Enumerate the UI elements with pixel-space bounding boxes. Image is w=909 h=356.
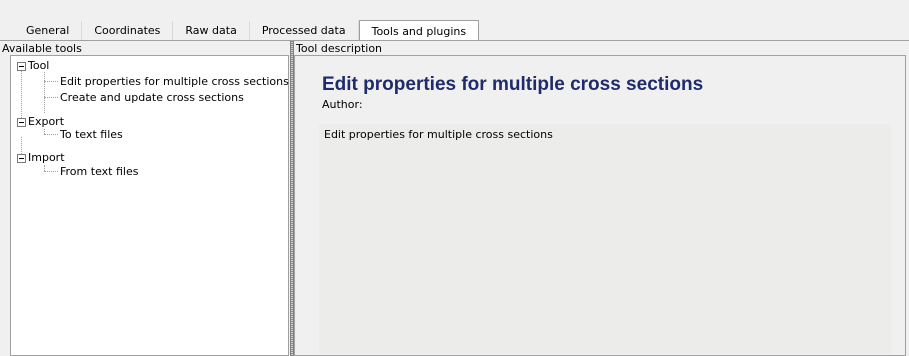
tab-processed-data[interactable]: Processed data <box>249 21 359 41</box>
tree-connector <box>21 137 22 154</box>
tab-row: General Coordinates Raw data Processed d… <box>14 20 480 42</box>
tab-tools-and-plugins[interactable]: Tools and plugins <box>358 20 480 42</box>
tree-node-export[interactable]: Export <box>28 114 64 130</box>
tree-connector <box>44 134 58 135</box>
collapse-icon[interactable] <box>17 118 26 127</box>
tool-description-pane: Tool description Edit properties for mul… <box>294 41 909 356</box>
tree-item-create-update-cross-sections[interactable]: Create and update cross sections <box>60 90 244 106</box>
tree-connector <box>44 81 58 82</box>
tree-item-from-text-files[interactable]: From text files <box>60 164 138 180</box>
tab-content: Available tools Tool Edit properties for… <box>0 41 909 356</box>
tab-general[interactable]: General <box>14 21 83 41</box>
tree-item-edit-properties[interactable]: Edit properties for multiple cross secti… <box>60 74 289 90</box>
tab-coordinates[interactable]: Coordinates <box>82 21 174 41</box>
tree-connector <box>44 72 45 113</box>
tree-node-tool[interactable]: Tool <box>28 58 49 74</box>
tree-connector <box>44 171 58 172</box>
tab-raw-data[interactable]: Raw data <box>173 21 250 41</box>
description-text[interactable]: Edit properties for multiple cross secti… <box>319 124 891 354</box>
tool-description-label: Tool description <box>296 42 383 55</box>
tool-title: Edit properties for multiple cross secti… <box>322 74 704 95</box>
available-tools-pane: Available tools Tool Edit properties for… <box>0 41 290 356</box>
tree-item-to-text-files[interactable]: To text files <box>60 127 123 143</box>
author-label: Author: <box>322 98 363 111</box>
collapse-icon[interactable] <box>17 62 26 71</box>
tool-description-box: Edit properties for multiple cross secti… <box>294 55 906 356</box>
collapse-icon[interactable] <box>17 154 26 163</box>
available-tools-label: Available tools <box>2 42 82 55</box>
tree-connector <box>21 71 22 124</box>
tools-tree[interactable]: Tool Edit properties for multiple cross … <box>10 55 289 356</box>
tab-strip: General Coordinates Raw data Processed d… <box>0 0 909 42</box>
tree-connector <box>44 97 58 98</box>
